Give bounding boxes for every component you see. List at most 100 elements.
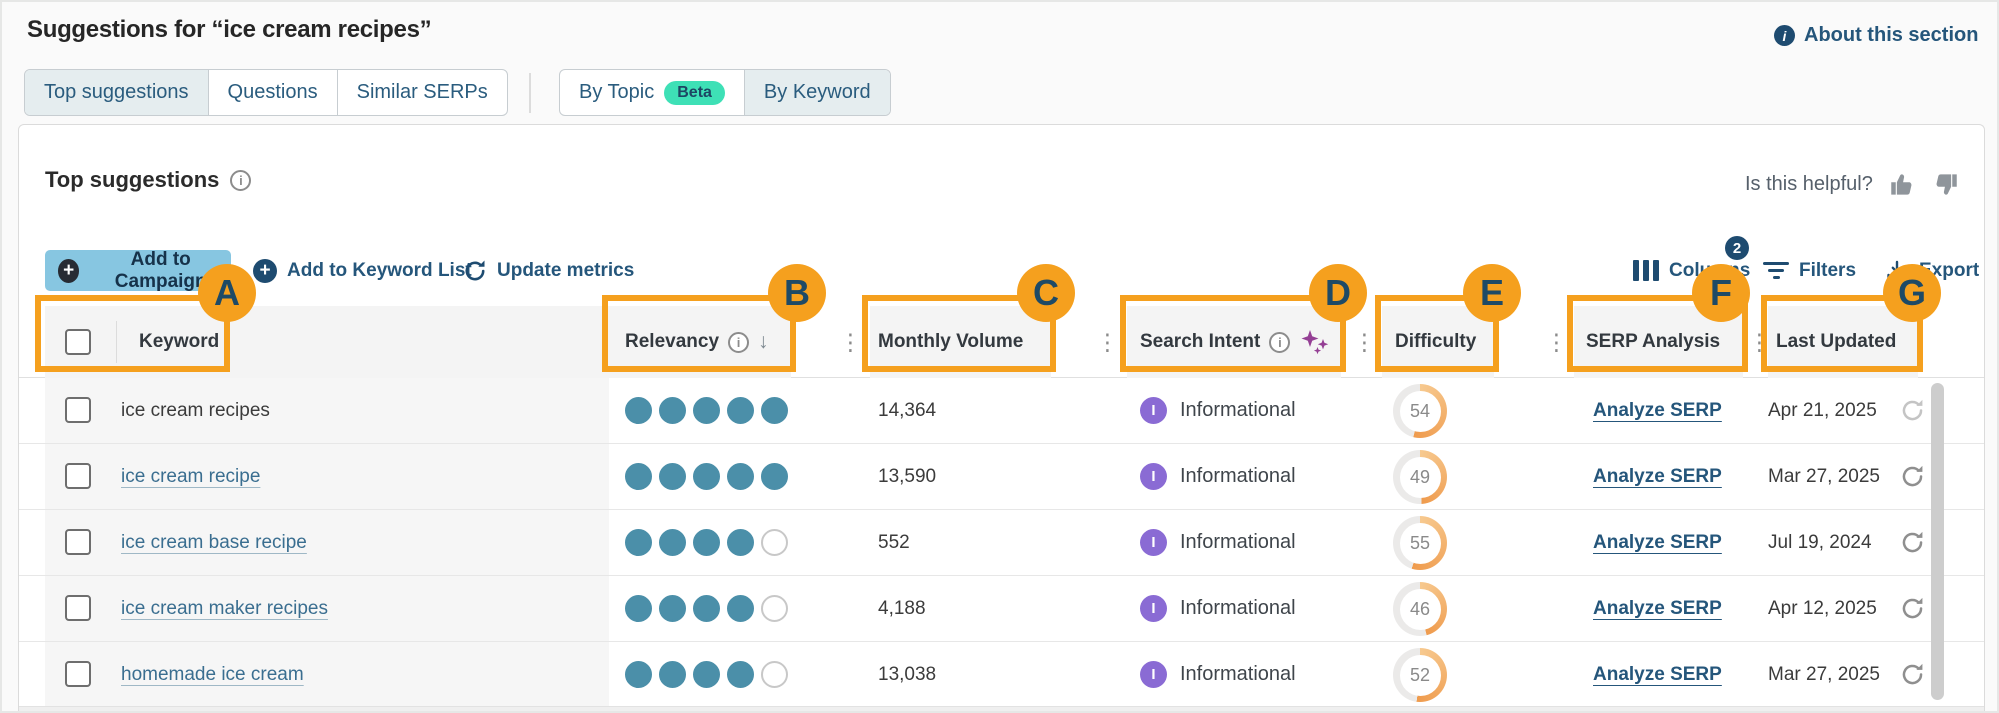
header-monthly-volume[interactable]: Monthly Volume [870, 306, 1051, 378]
intent-badge-icon: I [1140, 397, 1167, 424]
search-intent-cell: I Informational [1140, 576, 1296, 641]
search-intent-cell: I Informational [1140, 510, 1296, 575]
difficulty-donut: 46 [1393, 582, 1447, 636]
column-menu-icon[interactable]: ⋮ [1096, 328, 1119, 356]
row-checkbox[interactable] [65, 463, 91, 489]
difficulty-donut: 52 [1393, 648, 1447, 702]
select-all-checkbox[interactable] [65, 329, 91, 355]
relevancy-dots [625, 510, 788, 575]
relevancy-dot [693, 529, 720, 556]
header-last-updated[interactable]: Last Updated [1768, 306, 1918, 378]
refresh-icon [463, 259, 487, 283]
table-row: ice cream maker recipes 4,188 I Informat… [19, 576, 1984, 642]
row-checkbox[interactable] [65, 661, 91, 687]
difficulty-value: 46 [1400, 589, 1441, 630]
horizontal-scrollbar[interactable] [19, 706, 1984, 713]
keyword-cell-text: ice cream recipes [121, 378, 270, 443]
ai-sparkles-icon [1299, 329, 1333, 355]
info-icon[interactable]: i [1269, 332, 1290, 353]
header-serp-analysis[interactable]: SERP Analysis [1574, 306, 1743, 378]
last-updated-value: Mar 27, 2025 [1768, 444, 1880, 509]
analyze-serp-link[interactable]: Analyze SERP [1593, 576, 1722, 641]
row-checkbox[interactable] [65, 529, 91, 555]
about-this-section-link[interactable]: i About this section [1774, 24, 1978, 47]
helpful-prompt: Is this helpful? [1745, 173, 1873, 196]
add-to-keyword-list-button[interactable]: + Add to Keyword List [253, 250, 472, 291]
column-menu-icon[interactable]: ⋮ [1353, 328, 1376, 356]
relevancy-dot [761, 595, 788, 622]
page-title: Suggestions for “ice cream recipes” [27, 16, 431, 44]
tab-questions[interactable]: Questions [208, 70, 337, 115]
table-row: ice cream recipe 13,590 I Informational … [19, 444, 1984, 510]
analyze-serp-link[interactable]: Analyze SERP [1593, 642, 1722, 707]
relevancy-dot [625, 463, 652, 490]
refresh-icon[interactable] [1900, 530, 1925, 555]
refresh-icon[interactable] [1900, 662, 1925, 687]
keyword-cell-text[interactable]: ice cream recipe [121, 444, 260, 509]
relevancy-dots [625, 378, 788, 443]
keyword-cell-text[interactable]: ice cream maker recipes [121, 576, 328, 641]
vertical-scrollbar[interactable] [1931, 383, 1944, 700]
row-checkbox[interactable] [65, 595, 91, 621]
filter-icon [1763, 262, 1789, 279]
table-row: ice cream base recipe 552 I Informationa… [19, 510, 1984, 576]
tab-similar-serps[interactable]: Similar SERPs [337, 70, 507, 115]
table-header-row: Keyword Relevancy i ↓ Monthly Volume Sea… [19, 306, 1984, 378]
intent-badge-icon: I [1140, 661, 1167, 688]
sort-descending-icon: ↓ [758, 330, 769, 354]
tab-top-suggestions[interactable]: Top suggestions [25, 70, 208, 115]
search-intent-cell: I Informational [1140, 444, 1296, 509]
feedback-area: Is this helpful? [1745, 171, 1959, 198]
filters-button[interactable]: Filters [1763, 250, 1856, 291]
refresh-icon[interactable] [1900, 596, 1925, 621]
keyword-cell-text[interactable]: homemade ice cream [121, 642, 304, 707]
relevancy-dots [625, 642, 788, 707]
add-to-campaign-button[interactable]: + Add to Campaign [45, 250, 231, 291]
relevancy-dot [659, 397, 686, 424]
relevancy-dot [625, 595, 652, 622]
column-menu-icon[interactable]: ⋮ [1748, 328, 1771, 356]
last-updated-value: Mar 27, 2025 [1768, 642, 1880, 707]
analyze-serp-link[interactable]: Analyze SERP [1593, 378, 1722, 443]
tab-by-topic[interactable]: By Topic Beta [560, 70, 744, 115]
intent-badge-icon: I [1140, 529, 1167, 556]
relevancy-dot [727, 661, 754, 688]
relevancy-dot [659, 595, 686, 622]
analyze-serp-link[interactable]: Analyze SERP [1593, 510, 1722, 575]
header-search-intent[interactable]: Search Intent i [1127, 306, 1341, 378]
difficulty-value: 49 [1400, 457, 1441, 498]
info-icon[interactable]: i [728, 332, 749, 353]
export-button[interactable]: Export [1885, 250, 1979, 291]
columns-icon [1633, 260, 1659, 281]
relevancy-dot [693, 595, 720, 622]
relevancy-dot [659, 661, 686, 688]
relevancy-dot [727, 397, 754, 424]
tab-by-keyword[interactable]: By Keyword [744, 70, 890, 115]
intent-label: Informational [1180, 399, 1296, 422]
refresh-icon[interactable] [1900, 398, 1925, 423]
row-checkbox[interactable] [65, 397, 91, 423]
thumbs-down-icon[interactable] [1932, 171, 1959, 198]
header-relevancy[interactable]: Relevancy i ↓ [609, 306, 791, 378]
info-icon[interactable]: i [230, 170, 251, 191]
last-updated-value: Apr 12, 2025 [1768, 576, 1877, 641]
refresh-icon[interactable] [1900, 464, 1925, 489]
monthly-volume-value: 13,038 [878, 642, 936, 707]
update-metrics-button[interactable]: Update metrics [463, 250, 634, 291]
relevancy-dot [761, 463, 788, 490]
keyword-cell-text[interactable]: ice cream base recipe [121, 510, 307, 575]
column-menu-icon[interactable]: ⋮ [1545, 328, 1568, 356]
column-menu-icon[interactable]: ⋮ [839, 328, 862, 356]
thumbs-up-icon[interactable] [1889, 171, 1916, 198]
relevancy-dots [625, 444, 788, 509]
last-updated-value: Jul 19, 2024 [1768, 510, 1872, 575]
plus-icon: + [253, 259, 277, 283]
info-filled-icon: i [1774, 25, 1795, 46]
header-difficulty[interactable]: Difficulty [1382, 306, 1494, 378]
header-keyword: Keyword [45, 306, 609, 378]
analyze-serp-link[interactable]: Analyze SERP [1593, 444, 1722, 509]
table-row: homemade ice cream 13,038 I Informationa… [19, 642, 1984, 708]
divider [529, 73, 531, 113]
beta-badge: Beta [664, 81, 725, 105]
difficulty-donut: 54 [1393, 384, 1447, 438]
